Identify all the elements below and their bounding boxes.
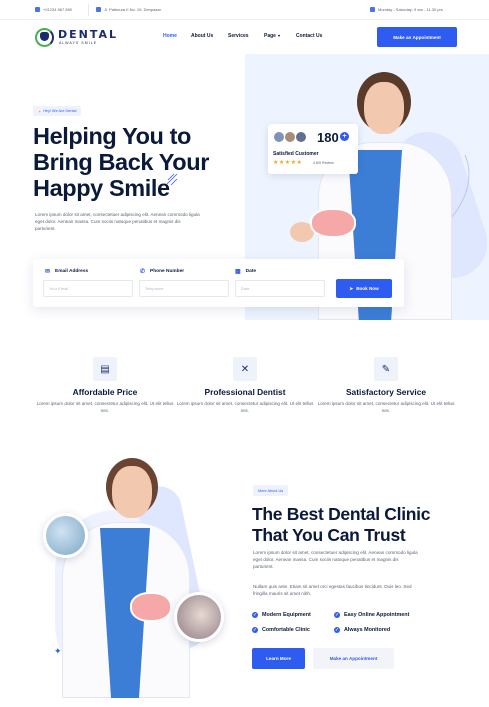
send-icon: ➤ [349,285,354,291]
dental-care-icon: ✎ [374,357,398,381]
nav-about-us[interactable]: About Us [191,33,213,39]
phone-field[interactable] [139,280,229,297]
check-label: Easy Online Appointment [344,612,410,618]
brand-name: DENTAL [58,28,119,41]
about-badge: More About Us [253,485,289,496]
date-label: ▦ Date [235,268,256,275]
tooth-icon [40,32,49,41]
feature-title: Affordable Price [72,387,138,397]
hero-title-line: Happy Smile [33,175,170,201]
feature-description: Lorem ipsum dolor sit amet, consectetur … [317,401,455,413]
customer-label: Satisfied Customer [273,151,319,157]
hero-badge-text: Hey! We Are Dental [43,109,77,113]
nav-contact-us[interactable]: Contact Us [296,33,322,39]
dental-checkup-photo [43,513,88,558]
nav-services[interactable]: Services [228,33,249,39]
hours-text: Monday - Saturday: 9 am - 11.30 pm [378,7,443,12]
learn-more-button[interactable]: Learn More [252,648,305,669]
check-item: ✓ Modern Equipment [252,612,311,618]
calendar-icon [370,7,375,12]
calendar-icon: ▦ [235,269,241,275]
email-label: ✉ Email Address [45,268,88,275]
doctor-face [112,466,152,518]
check-icon: ✓ [252,612,258,618]
phone-label: ✆ Phone Number [140,268,184,275]
check-label: Always Monitored [344,627,391,633]
brand-tagline: ALWAYS SMILE [59,41,98,45]
dental-model-image [130,592,172,622]
book-now-label: Book Now [356,286,379,291]
check-icon: ✓ [252,627,258,633]
customer-count: 180 [317,130,339,145]
dental-tools-icon: ✕ [233,357,257,381]
top-info-bar: +01234 567 890 Jl. Patimura II No. 19, D… [0,0,489,20]
nav-page[interactable]: Page ▾ [264,33,280,39]
feature-title: Professional Dentist [204,387,286,397]
booking-form: ✉ Email Address ✆ Phone Number ▦ Date ➤ … [33,259,404,307]
star-rating-icon: ★★★★★ [273,160,303,166]
check-icon: ✓ [334,627,340,633]
phone-icon [35,7,40,12]
price-tag-icon: ▤ [93,357,117,381]
about-title-line: The Best Dental Clinic [252,504,431,524]
sparkle-icon: ✦ [54,646,62,656]
phone-info[interactable]: +01234 567 890 [35,7,72,12]
mail-icon: ✉ [45,269,51,275]
address-text: Jl. Patimura II No. 19, Denpasar [104,7,161,12]
check-label: Modern Equipment [262,612,311,618]
phone-text: +01234 567 890 [43,7,73,12]
email-label-text: Email Address [55,269,89,274]
address-info: Jl. Patimura II No. 19, Denpasar [96,7,161,12]
about-appointment-button[interactable]: Make an Appointment [313,648,394,669]
feature-affordable-price: ▤ Affordable Price Lorem ipsum dolor sit… [35,357,175,414]
location-icon [96,7,101,12]
dental-model-image [310,208,356,238]
hero-description: Lorem ipsum dolor sit amet, consectetuer… [35,212,200,231]
book-now-button[interactable]: ➤ Book Now [336,279,392,298]
hero-title-line: Bring Back Your [33,149,209,175]
phone-icon: ✆ [140,269,146,275]
check-item: ✓ Comfortable Clinic [252,627,310,633]
about-paragraph: Nullam quis ante. Etiam sit amet orci eg… [253,584,412,596]
nav-home[interactable]: Home [163,33,177,39]
hero-title-line: Helping You to [33,123,192,149]
about-title-line: That You Can Trust [252,524,406,545]
about-title: The Best Dental Clinic That You Can Trus… [252,504,462,545]
feature-professional-dentist: ✕ Professional Dentist Lorem ipsum dolor… [175,357,315,414]
feature-title: Satisfactory Service [345,387,427,397]
hero-badge: ✦ Hey! We Are Dental [33,106,82,116]
brand-logo[interactable]: DENTAL ALWAYS SMILE [35,27,130,49]
satisfied-customer-card: 180 + Satisfied Customer ★★★★★ 4.8/5 Rev… [268,124,358,174]
divider [88,4,89,16]
feature-description: Lorem ipsum dolor sit amet, consectetur … [36,401,174,413]
date-field[interactable] [235,280,325,297]
wave-icon: ✦ [38,109,42,114]
feature-description: Lorem ipsum dolor sit amet, consectetur … [176,401,314,413]
nav-page-label: Page [264,33,276,39]
header-appointment-button[interactable]: Make an Appointment [377,27,457,47]
avatar [295,131,307,143]
check-icon: ✓ [334,612,340,618]
plus-icon: + [340,132,349,141]
check-label: Comfortable Clinic [262,627,310,633]
check-item: ✓ Always Monitored [334,627,390,633]
sparkle-lines-icon [166,173,178,186]
phone-label-text: Phone Number [150,269,185,274]
feature-satisfactory-service: ✎ Satisfactory Service Lorem ipsum dolor… [316,357,456,414]
dental-treatment-photo [174,592,224,642]
hero-title: Helping You to Bring Back Your Happy Smi… [33,123,233,201]
review-score: 4.8/5 Review [313,161,334,165]
doctor-face [364,82,404,134]
hours-info: Monday - Saturday: 9 am - 11.30 pm [370,7,443,12]
chevron-down-icon: ▾ [277,33,280,38]
date-label-text: Date [245,269,257,274]
about-paragraph: Lorem ipsum dolor sit amet, consectetuer… [253,550,418,569]
email-field[interactable] [43,280,133,297]
check-item: ✓ Easy Online Appointment [334,612,409,618]
